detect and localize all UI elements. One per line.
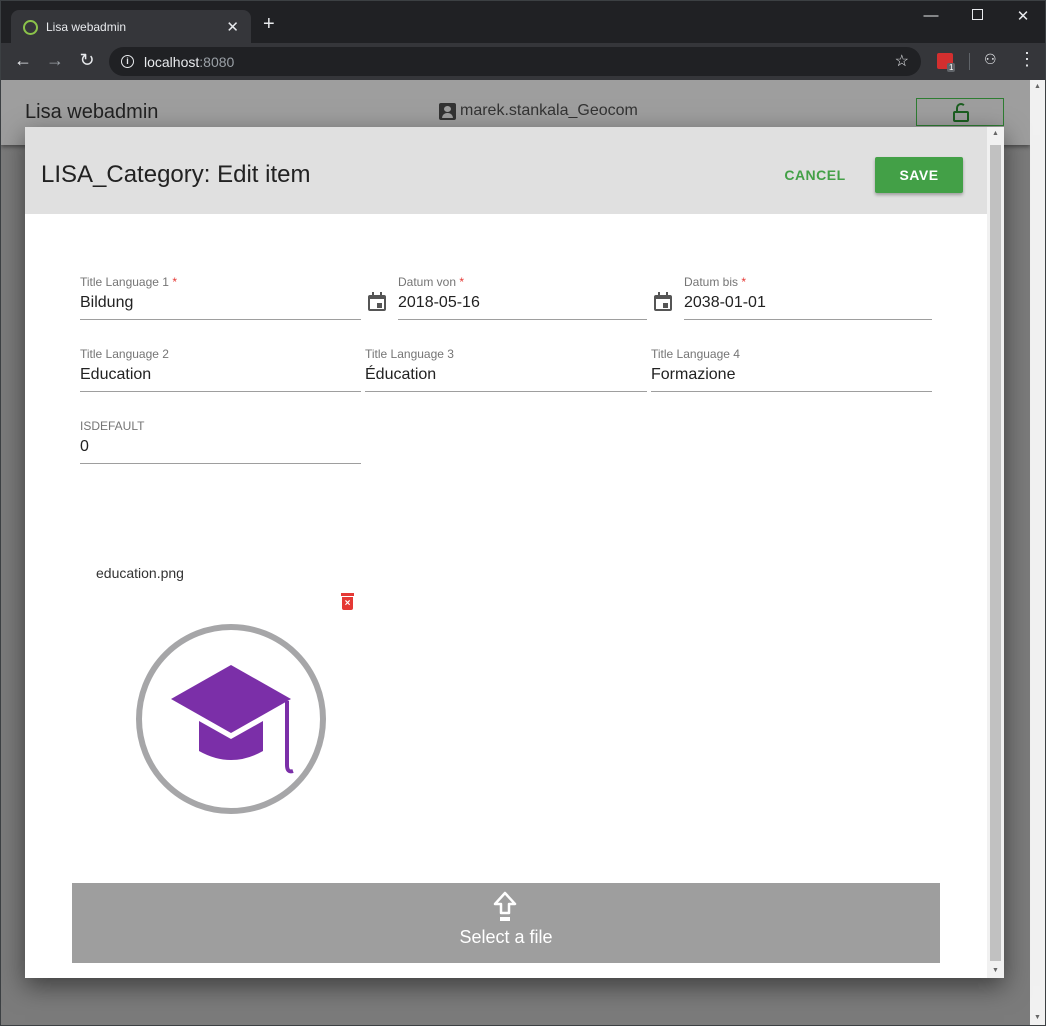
lock-button[interactable] <box>916 98 1004 126</box>
select-file-label: Select a file <box>459 927 553 947</box>
field-label: Datum von * <box>398 275 465 289</box>
dialog-title: LISA_Category: Edit item <box>41 161 311 188</box>
scroll-down-icon[interactable]: ▼ <box>1034 1014 1041 1021</box>
field-value: Éducation <box>365 366 437 383</box>
field-value: Bildung <box>80 294 134 311</box>
address-bar[interactable]: i localhost:8080 ☆ <box>109 47 921 76</box>
scroll-down-icon[interactable]: ▼ <box>992 967 999 974</box>
browser-toolbar: ← → ↻ i localhost:8080 ☆ 1 ⚇ ⋮ <box>1 43 1045 80</box>
user-info: marek.stankala_Geocom <box>439 102 638 120</box>
field-value: 2038-01-01 <box>684 294 766 311</box>
field-value: 2018-05-16 <box>398 294 480 311</box>
calendar-icon[interactable] <box>368 292 386 311</box>
reload-icon[interactable]: ↻ <box>75 50 99 71</box>
favicon-ring-icon <box>23 19 38 35</box>
datum-von-field[interactable]: Datum von * 2018-05-16 <box>398 275 647 320</box>
info-icon[interactable]: i <box>121 55 134 68</box>
account-box-icon <box>439 102 456 120</box>
star-icon[interactable]: ☆ <box>895 51 909 71</box>
save-button[interactable]: SAVE <box>875 157 963 193</box>
scroll-up-icon[interactable]: ▲ <box>992 130 999 137</box>
field-label: Title Language 3 <box>365 347 454 361</box>
edit-item-dialog: LISA_Category: Edit item CANCEL SAVE Tit… <box>25 127 1004 978</box>
tab-close-icon[interactable]: ✕ <box>226 18 239 36</box>
window-close-button[interactable]: ✕ <box>1008 7 1038 25</box>
title-language-1-field[interactable]: Title Language 1 * Bildung <box>80 275 361 320</box>
delete-file-icon[interactable]: × <box>341 593 354 610</box>
upload-arrow-icon <box>493 891 517 921</box>
cap-board <box>171 665 291 733</box>
maximize-button[interactable] <box>962 7 992 24</box>
field-value: Education <box>80 366 152 383</box>
graduation-cap-icon <box>136 624 326 814</box>
field-label: Title Language 2 <box>80 347 169 361</box>
file-name: education.png <box>96 565 184 581</box>
new-tab-button[interactable]: + <box>263 14 275 34</box>
title-language-4-field[interactable]: Title Language 4 Formazione <box>651 347 932 392</box>
select-file-button[interactable]: Select a file <box>72 883 940 963</box>
page-scrollbar[interactable]: ▲ ▼ <box>1030 80 1045 1025</box>
url-host: localhost <box>144 53 200 70</box>
minimize-button[interactable]: — <box>916 7 946 24</box>
toolbar-separator <box>969 53 970 70</box>
browser-titlebar: Lisa webadmin ✕ + — ✕ <box>1 1 1045 44</box>
url-port: :8080 <box>199 53 235 70</box>
title-language-2-field[interactable]: Title Language 2 Education <box>80 347 361 392</box>
field-label: Datum bis * <box>684 275 747 289</box>
cancel-button[interactable]: CANCEL <box>777 157 853 193</box>
field-label: ISDEFAULT <box>80 419 145 433</box>
calendar-icon[interactable] <box>654 292 672 311</box>
dialog-scrollbar[interactable]: ▲ ▼ <box>987 127 1004 978</box>
user-name: marek.stankala_Geocom <box>460 102 638 119</box>
datum-bis-field[interactable]: Datum bis * 2038-01-01 <box>684 275 932 320</box>
menu-dots-icon[interactable]: ⋮ <box>1018 49 1036 70</box>
tab-title: Lisa webadmin <box>46 20 127 34</box>
field-value: 0 <box>80 438 89 455</box>
extension-badge: 1 <box>947 63 956 72</box>
field-label: Title Language 4 <box>651 347 740 361</box>
title-language-3-field[interactable]: Title Language 3 Éducation <box>365 347 647 392</box>
back-arrow-icon[interactable]: ← <box>11 50 35 71</box>
scroll-up-icon[interactable]: ▲ <box>1034 83 1041 90</box>
isdefault-field[interactable]: ISDEFAULT 0 <box>80 419 361 464</box>
scroll-thumb[interactable] <box>990 145 1001 961</box>
app-title: Lisa webadmin <box>25 101 159 123</box>
lock-open-icon <box>953 103 969 122</box>
cap-tassel <box>285 701 294 774</box>
field-label: Title Language 1 * <box>80 275 177 289</box>
forward-arrow-icon[interactable]: → <box>43 50 67 71</box>
dialog-header: LISA_Category: Edit item CANCEL SAVE <box>25 127 987 214</box>
field-value: Formazione <box>651 366 736 383</box>
incognito-icon[interactable]: ⚇ <box>984 51 997 68</box>
browser-tab[interactable]: Lisa webadmin ✕ <box>11 10 251 44</box>
